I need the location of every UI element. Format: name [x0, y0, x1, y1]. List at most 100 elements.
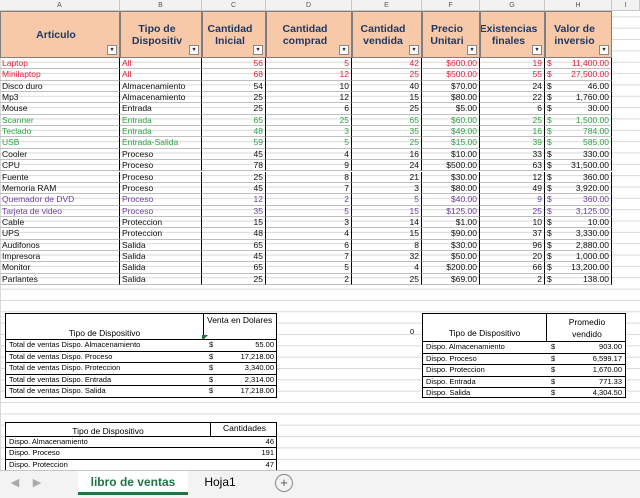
cell[interactable]: 9: [266, 160, 352, 172]
filter-dropdown-icon[interactable]: ▾: [599, 45, 609, 55]
cell[interactable]: Minilaptop: [0, 69, 120, 81]
cell[interactable]: 360.00: [557, 171, 612, 183]
cell[interactable]: $: [545, 251, 557, 263]
cell[interactable]: $: [545, 274, 557, 285]
cell[interactable]: $: [545, 217, 557, 229]
cell[interactable]: $49.00: [422, 126, 480, 138]
cell[interactable]: Total de ventas Dispo. Almacenamiento: [9, 340, 204, 350]
column-header-i[interactable]: I: [612, 0, 640, 11]
cell[interactable]: $: [545, 58, 557, 70]
cell[interactable]: 138.00: [557, 273, 612, 285]
cell[interactable]: Memoria RAM: [0, 182, 120, 195]
cell[interactable]: 330.00: [557, 148, 612, 161]
cell[interactable]: 37: [480, 228, 545, 240]
column-header-e[interactable]: E: [352, 0, 422, 11]
cell[interactable]: $50.00: [422, 250, 480, 263]
cell[interactable]: 2,314.00: [218, 375, 274, 385]
cell[interactable]: Entrada: [120, 103, 202, 115]
cell[interactable]: $500.00: [422, 69, 480, 81]
cell[interactable]: Total de ventas Dispo. Proteccion: [9, 363, 204, 373]
cell[interactable]: Salida: [120, 273, 202, 285]
cell[interactable]: 65: [352, 114, 422, 127]
cell[interactable]: 585.00: [557, 137, 612, 149]
cell[interactable]: 12: [202, 194, 266, 206]
filter-dropdown-icon[interactable]: ▾: [253, 45, 263, 55]
cell[interactable]: CPU: [0, 160, 120, 172]
cell[interactable]: UPS: [0, 228, 120, 240]
cell[interactable]: Fuente: [0, 171, 120, 183]
cell[interactable]: Quemador de DVD: [0, 194, 120, 206]
cell[interactable]: 2,880.00: [557, 239, 612, 251]
next-sheet-icon[interactable]: ▶: [30, 476, 44, 490]
cell[interactable]: 6: [266, 103, 352, 115]
cell[interactable]: 9: [480, 194, 545, 206]
cell[interactable]: Dispo. Entrada: [426, 377, 546, 387]
cell[interactable]: 8: [352, 239, 422, 251]
cell[interactable]: 21: [352, 171, 422, 183]
cell[interactable]: 4: [352, 262, 422, 274]
cell[interactable]: 14: [352, 216, 422, 229]
cell[interactable]: $: [545, 81, 557, 93]
cell[interactable]: Salida: [120, 262, 202, 274]
cell[interactable]: 1,000.00: [557, 250, 612, 263]
prev-sheet-icon[interactable]: ◀: [8, 476, 22, 490]
cell[interactable]: 65: [202, 262, 266, 274]
tab-libro-de-ventas[interactable]: libro de ventas: [78, 471, 188, 495]
cell[interactable]: 25: [202, 92, 266, 104]
cell[interactable]: Total de ventas Dispo. Proceso: [9, 352, 204, 362]
cell[interactable]: 96: [480, 239, 545, 251]
cell[interactable]: 24: [352, 160, 422, 172]
cell[interactable]: $: [545, 92, 557, 104]
cell[interactable]: Proceso: [120, 205, 202, 217]
cell[interactable]: $80.00: [422, 92, 480, 104]
cell[interactable]: 56: [202, 58, 266, 70]
filter-dropdown-icon[interactable]: ▾: [409, 45, 419, 55]
column-header-d[interactable]: D: [266, 0, 352, 11]
cell[interactable]: 49: [480, 182, 545, 195]
cell[interactable]: 16: [352, 148, 422, 161]
cell[interactable]: 2: [266, 194, 352, 206]
cell[interactable]: $500.00: [422, 160, 480, 172]
cell[interactable]: 46: [212, 437, 274, 447]
cell[interactable]: 63: [480, 160, 545, 172]
cell[interactable]: $: [545, 149, 557, 161]
cell[interactable]: Dispo. Almacenamiento: [9, 437, 209, 447]
cell[interactable]: 3,920.00: [557, 182, 612, 195]
cell[interactable]: 10: [266, 80, 352, 93]
cell[interactable]: 20: [480, 250, 545, 263]
cell[interactable]: 35: [352, 126, 422, 138]
filter-dropdown-icon[interactable]: ▾: [532, 45, 542, 55]
cell[interactable]: Proceso: [120, 194, 202, 206]
cell[interactable]: Proteccion: [120, 216, 202, 229]
cell[interactable]: $: [545, 194, 557, 206]
cell[interactable]: 6: [266, 239, 352, 251]
cell[interactable]: 31,500.00: [557, 160, 612, 172]
cell[interactable]: 15: [352, 228, 422, 240]
cell[interactable]: 15: [352, 92, 422, 104]
cell[interactable]: 22: [480, 92, 545, 104]
cell[interactable]: 6: [480, 103, 545, 115]
cell[interactable]: $30.00: [422, 171, 480, 183]
cell[interactable]: 5: [266, 262, 352, 274]
cell[interactable]: 191: [212, 448, 274, 458]
cell[interactable]: $: [545, 69, 557, 81]
cell[interactable]: 25: [202, 171, 266, 183]
cell[interactable]: Mp3: [0, 92, 120, 104]
cell[interactable]: 3,125.00: [557, 205, 612, 217]
cell[interactable]: 32: [352, 250, 422, 263]
cell[interactable]: 39: [480, 137, 545, 149]
cell[interactable]: Teclado: [0, 126, 120, 138]
cell[interactable]: 25: [202, 273, 266, 285]
cell[interactable]: 5: [352, 194, 422, 206]
cell[interactable]: Proceso: [120, 160, 202, 172]
cell[interactable]: Mouse: [0, 103, 120, 115]
cell[interactable]: 25: [352, 273, 422, 285]
cell[interactable]: $: [545, 115, 557, 127]
cell[interactable]: 17,218.00: [218, 352, 274, 362]
filter-dropdown-icon[interactable]: ▾: [107, 45, 117, 55]
cell[interactable]: 5: [266, 205, 352, 217]
cell[interactable]: 2: [266, 273, 352, 285]
cell[interactable]: 360.00: [557, 194, 612, 206]
cell[interactable]: Almacenamiento: [120, 92, 202, 104]
cell[interactable]: 12: [266, 69, 352, 81]
